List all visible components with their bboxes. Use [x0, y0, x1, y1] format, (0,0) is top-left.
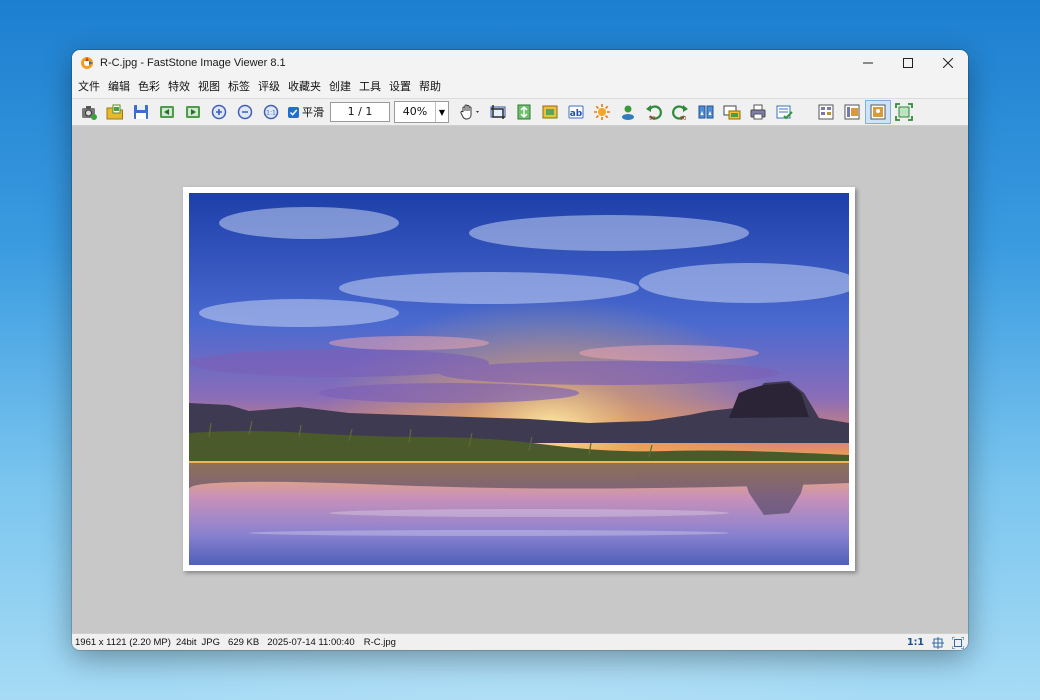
actual-size-button[interactable]: 1:1 [258, 100, 284, 124]
resize-icon [517, 104, 531, 120]
compare-button[interactable] [693, 100, 719, 124]
menu-edit[interactable]: 编辑 [104, 76, 134, 98]
next-button[interactable] [180, 100, 206, 124]
menu-favorites[interactable]: 收藏夹 [284, 76, 325, 98]
app-window: R-C.jpg - FastStone Image Viewer 8.1 文件 … [72, 50, 968, 650]
window-title: R-C.jpg - FastStone Image Viewer 8.1 [100, 57, 286, 69]
text-button[interactable]: ab [563, 100, 589, 124]
print-button[interactable] [745, 100, 771, 124]
page-indicator-field[interactable]: 1 / 1 [330, 102, 390, 122]
rotate-left-icon: 90 [646, 105, 662, 121]
menu-bar: 文件 编辑 色彩 特效 视图 标签 评级 收藏夹 创建 工具 设置 帮助 [72, 76, 968, 98]
file-datetime: 2025-07-14 11:00:40 [267, 636, 355, 648]
email-button[interactable] [771, 100, 797, 124]
resize-button[interactable] [511, 100, 537, 124]
zoom-ratio[interactable]: 1:1 [907, 637, 924, 648]
person-button[interactable] [615, 100, 641, 124]
zoom-in-button[interactable] [206, 100, 232, 124]
app-logo-icon [80, 56, 94, 70]
open-folder-button[interactable] [102, 100, 128, 124]
save-icon [134, 105, 148, 119]
zoom-in-icon [211, 104, 227, 120]
svg-text:1:1: 1:1 [266, 110, 276, 117]
image-format: JPG [201, 636, 221, 648]
actual-size-icon: 1:1 [263, 104, 279, 120]
chevron-down-icon[interactable]: ▼ [435, 102, 448, 122]
preview-layout-button[interactable] [839, 100, 865, 124]
zoom-value: 40% [402, 105, 428, 118]
print-icon [750, 104, 766, 120]
camera-icon [82, 106, 97, 120]
previous-button[interactable] [154, 100, 180, 124]
menu-help[interactable]: 帮助 [415, 76, 445, 98]
title-bar[interactable]: R-C.jpg - FastStone Image Viewer 8.1 [72, 50, 968, 76]
rotate-left-button[interactable]: 90 [641, 100, 667, 124]
menu-create[interactable]: 创建 [325, 76, 355, 98]
smooth-checkbox[interactable]: 平滑 [288, 104, 324, 120]
close-button[interactable] [928, 50, 968, 76]
image-frame [183, 187, 855, 571]
menu-rating[interactable]: 评级 [254, 76, 284, 98]
landscape-photo[interactable] [189, 193, 849, 565]
canvas-icon [542, 105, 558, 119]
crop-icon [490, 105, 506, 119]
slideshow-button[interactable] [719, 100, 745, 124]
checkbox-checked-icon [288, 106, 299, 118]
menu-tags[interactable]: 标签 [224, 76, 254, 98]
fit-screen-icon[interactable] [952, 636, 964, 649]
bit-depth: 24bit [175, 636, 197, 648]
zoom-select[interactable]: 40% ▼ [394, 101, 449, 123]
file-size: 629 KB [228, 636, 260, 648]
menu-effects[interactable]: 特效 [164, 76, 194, 98]
full-image-layout-icon [870, 104, 886, 120]
hand-tool-icon [460, 104, 479, 120]
fullscreen-button[interactable] [891, 100, 917, 124]
fit-window-icon[interactable] [932, 636, 944, 649]
compare-icon [698, 105, 714, 119]
svg-text:90: 90 [680, 116, 686, 121]
rotate-right-icon: 90 [672, 105, 688, 121]
full-image-layout-button[interactable] [865, 100, 891, 124]
slideshow-icon [723, 105, 741, 120]
preview-layout-icon [844, 104, 860, 120]
toolbar: 1:1 平滑 1 / 1 40% ▼ ab 90 90 [72, 98, 968, 126]
svg-text:ab: ab [570, 109, 583, 119]
zoom-out-icon [237, 104, 253, 120]
adjust-lighting-icon [594, 104, 610, 120]
menu-view[interactable]: 视图 [194, 76, 224, 98]
rotate-right-button[interactable]: 90 [667, 100, 693, 124]
open-folder-icon [106, 104, 123, 120]
zoom-out-button[interactable] [232, 100, 258, 124]
close-icon [943, 58, 953, 68]
maximize-icon [903, 58, 913, 68]
fullscreen-icon [895, 103, 913, 121]
minimize-icon [863, 62, 873, 64]
menu-tools[interactable]: 工具 [355, 76, 385, 98]
hand-tool-button[interactable] [455, 100, 485, 124]
email-icon [776, 105, 793, 120]
menu-file[interactable]: 文件 [74, 76, 104, 98]
smooth-label: 平滑 [302, 106, 324, 119]
previous-icon [160, 106, 174, 118]
maximize-button[interactable] [888, 50, 928, 76]
status-bar: 1961 x 1121 (2.20 MP) 24bit JPG 629 KB 2… [72, 633, 968, 650]
crop-button[interactable] [485, 100, 511, 124]
canvas-button[interactable] [537, 100, 563, 124]
minimize-button[interactable] [848, 50, 888, 76]
svg-text:90: 90 [649, 116, 655, 121]
menu-colors[interactable]: 色彩 [134, 76, 164, 98]
next-icon [186, 106, 200, 118]
camera-button[interactable] [76, 100, 102, 124]
person-icon [622, 105, 634, 120]
browser-layout-icon [818, 104, 834, 120]
adjust-lighting-button[interactable] [589, 100, 615, 124]
text-icon: ab [568, 105, 584, 119]
file-name: R-C.jpg [363, 636, 396, 648]
image-dimensions: 1961 x 1121 (2.20 MP) [75, 636, 171, 648]
save-button[interactable] [128, 100, 154, 124]
browser-layout-button[interactable] [813, 100, 839, 124]
image-viewer-area[interactable] [72, 126, 968, 633]
menu-settings[interactable]: 设置 [385, 76, 415, 98]
